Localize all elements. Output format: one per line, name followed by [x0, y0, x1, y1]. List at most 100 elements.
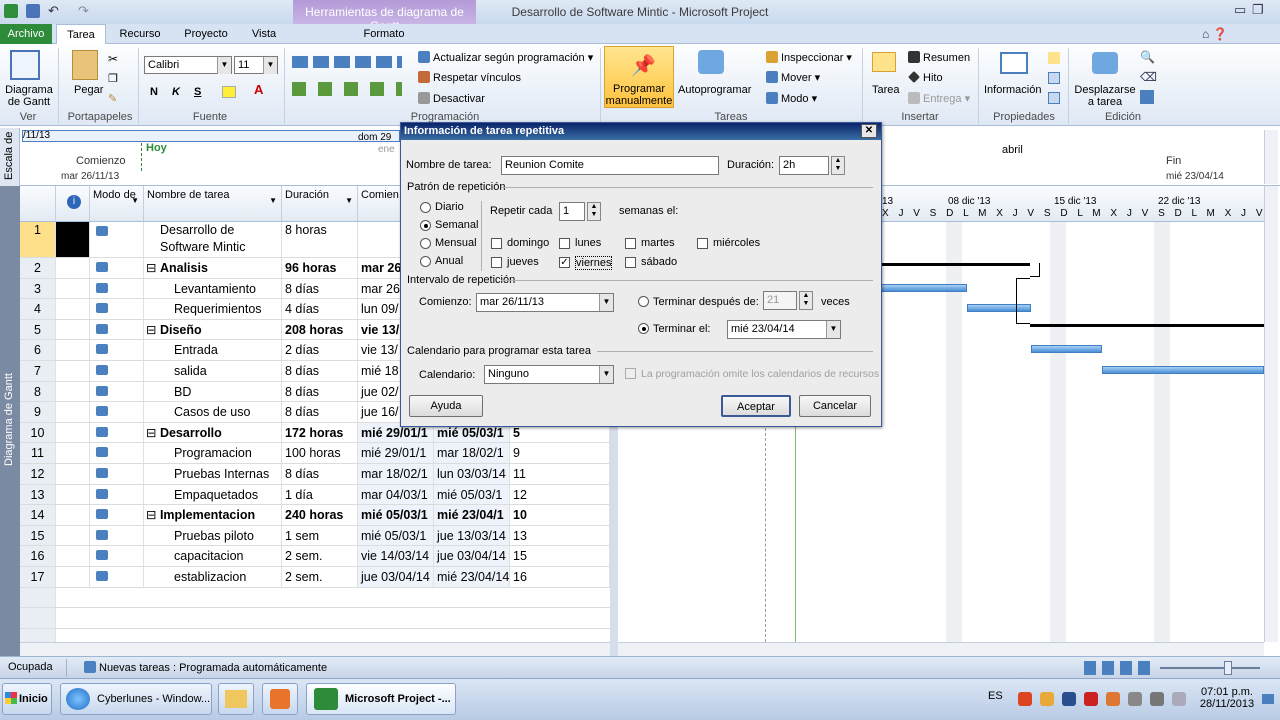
- deliverable-button[interactable]: Entrega ▾: [908, 92, 970, 105]
- friday-checkbox[interactable]: ✓: [559, 257, 570, 268]
- end-cell[interactable]: mié 05/03/1: [434, 484, 510, 505]
- font-size-select[interactable]: 11 ▼: [234, 56, 278, 74]
- tray-app-icon[interactable]: [1106, 692, 1120, 706]
- tray-app-icon[interactable]: [1084, 692, 1098, 706]
- close-icon[interactable]: ✕: [861, 124, 877, 138]
- task-name-input[interactable]: Reunion Comite: [501, 156, 719, 175]
- task-name-cell[interactable]: Requerimientos: [144, 299, 282, 319]
- task-name-cell[interactable]: salida: [144, 361, 282, 381]
- task-name-cell[interactable]: Empaquetados: [144, 484, 282, 505]
- chevron-down-icon[interactable]: ▼: [131, 196, 139, 205]
- repeat-every-input[interactable]: 1: [559, 202, 585, 221]
- table-row[interactable]: 15 Pruebas piloto 1 sem mié 05/03/1 jue 13/0…: [20, 525, 610, 547]
- table-row[interactable]: 17 establizacion 2 sem. jue 03/04/14 mié 23/…: [20, 567, 610, 588]
- collapse-icon[interactable]: ⊟: [146, 508, 160, 522]
- network-icon[interactable]: [1128, 692, 1142, 706]
- undo-icon[interactable]: ↶: [48, 3, 59, 19]
- format-painter-icon[interactable]: ✎: [108, 92, 117, 105]
- indent-link-icons[interactable]: [292, 82, 402, 96]
- auto-schedule-button[interactable]: Autoprogramar: [678, 84, 751, 96]
- task-bar-entrada[interactable]: [1031, 345, 1102, 353]
- row-id[interactable]: 7: [20, 361, 56, 381]
- duration-cell[interactable]: 1 sem: [282, 525, 358, 546]
- duration-cell[interactable]: 8 días: [282, 381, 358, 402]
- help-button[interactable]: Ayuda: [409, 395, 483, 417]
- taskbar-media[interactable]: [262, 683, 298, 715]
- row-id[interactable]: 13: [20, 484, 56, 505]
- italic-button[interactable]: K: [172, 86, 180, 98]
- task-name-cell[interactable]: ⊟ Diseño: [144, 319, 282, 340]
- scroll-to-task-icon[interactable]: [1092, 52, 1118, 74]
- information-icon[interactable]: [1000, 52, 1028, 74]
- duration-spinner[interactable]: ▲ ▼: [831, 156, 845, 175]
- row-id[interactable]: 5: [20, 319, 56, 340]
- duration-input[interactable]: 2h: [779, 156, 829, 175]
- auto-schedule-icon[interactable]: [698, 50, 724, 74]
- show-desktop-icon[interactable]: [1262, 694, 1274, 704]
- monday-checkbox[interactable]: [559, 238, 570, 249]
- end-cell[interactable]: mar 18/02/1: [434, 443, 510, 463]
- font-name-select[interactable]: Calibri ▼: [144, 56, 232, 74]
- weekly-radio[interactable]: [420, 220, 431, 231]
- task-name-cell[interactable]: Programacion: [144, 443, 282, 463]
- tuesday-checkbox[interactable]: [625, 238, 636, 249]
- task-name-cell[interactable]: Pruebas piloto: [144, 525, 282, 546]
- ok-button[interactable]: Aceptar: [721, 395, 791, 417]
- record-icon[interactable]: [1018, 692, 1032, 706]
- move-button[interactable]: Mover ▾: [766, 71, 820, 84]
- inspect-button[interactable]: Inspeccionar ▾: [766, 51, 852, 64]
- end-cell[interactable]: lun 03/03/14: [434, 464, 510, 484]
- paste-icon[interactable]: [72, 50, 98, 80]
- find-icon[interactable]: 🔍: [1140, 50, 1155, 64]
- summary-button[interactable]: Resumen: [908, 51, 970, 64]
- task-bar-levantamiento[interactable]: [880, 284, 967, 292]
- tab-recurso[interactable]: Recurso: [110, 24, 170, 44]
- chevron-down-icon[interactable]: ▼: [345, 196, 353, 205]
- task-name-cell[interactable]: Casos de uso: [144, 402, 282, 422]
- end-cell[interactable]: jue 03/04/14: [434, 546, 510, 566]
- taskbar-explorer[interactable]: [218, 683, 254, 715]
- highlight-icon[interactable]: [222, 86, 236, 98]
- chevron-down-icon[interactable]: ▼: [263, 57, 277, 74]
- duration-cell[interactable]: 208 horas: [282, 319, 358, 340]
- zoom-slider[interactable]: [1160, 667, 1260, 669]
- gantt-view-button[interactable]: Diagrama de Gantt: [4, 84, 54, 108]
- start-cell[interactable]: mié 05/03/1: [358, 525, 434, 546]
- tab-formato[interactable]: Formato: [340, 24, 428, 44]
- start-cell[interactable]: mié 05/03/1: [358, 505, 434, 525]
- repeat-every-spinner[interactable]: ▲ ▼: [587, 202, 601, 221]
- restore-icon[interactable]: ❐: [1252, 2, 1264, 18]
- respect-links-button[interactable]: Respetar vínculos: [418, 71, 521, 84]
- predecessor-cell[interactable]: 15: [510, 546, 610, 566]
- row-id[interactable]: 17: [20, 567, 56, 587]
- row-id[interactable]: 2: [20, 258, 56, 278]
- empty-row[interactable]: [20, 587, 610, 609]
- task-name-cell[interactable]: BD: [144, 381, 282, 402]
- task-name-cell[interactable]: ⊟ Analisis: [144, 258, 282, 278]
- mode-button[interactable]: Modo ▾: [766, 92, 817, 105]
- calendar-select[interactable]: Ninguno ▼: [484, 365, 614, 384]
- volume-icon[interactable]: [1172, 692, 1186, 706]
- scroll-to-task-button[interactable]: Desplazarse a tarea: [1074, 84, 1136, 108]
- battery-icon[interactable]: [1150, 692, 1164, 706]
- daily-radio[interactable]: [420, 202, 431, 213]
- milestone-button[interactable]: Hito: [908, 71, 943, 84]
- duration-cell[interactable]: 8 días: [282, 361, 358, 381]
- row-id[interactable]: [20, 587, 56, 608]
- task-name-cell[interactable]: Desarrollo de Software Mintic: [144, 222, 282, 257]
- tray-app-icon[interactable]: [1062, 692, 1076, 706]
- summary-bar-analisis[interactable]: [880, 263, 1030, 266]
- duration-column-header[interactable]: Duración ▼: [282, 186, 358, 222]
- insert-task-icon[interactable]: [872, 52, 896, 72]
- row-id[interactable]: 16: [20, 546, 56, 566]
- row-id[interactable]: 15: [20, 525, 56, 546]
- duration-cell[interactable]: 172 horas: [282, 422, 358, 443]
- duration-cell[interactable]: 96 horas: [282, 258, 358, 278]
- tab-proyecto[interactable]: Proyecto: [176, 24, 236, 44]
- predecessor-cell[interactable]: 11: [510, 464, 610, 484]
- row-id[interactable]: 6: [20, 340, 56, 360]
- tab-tarea[interactable]: Tarea: [56, 24, 106, 45]
- sunday-checkbox[interactable]: [491, 238, 502, 249]
- underline-button[interactable]: S: [194, 86, 201, 98]
- duration-cell[interactable]: 2 días: [282, 340, 358, 360]
